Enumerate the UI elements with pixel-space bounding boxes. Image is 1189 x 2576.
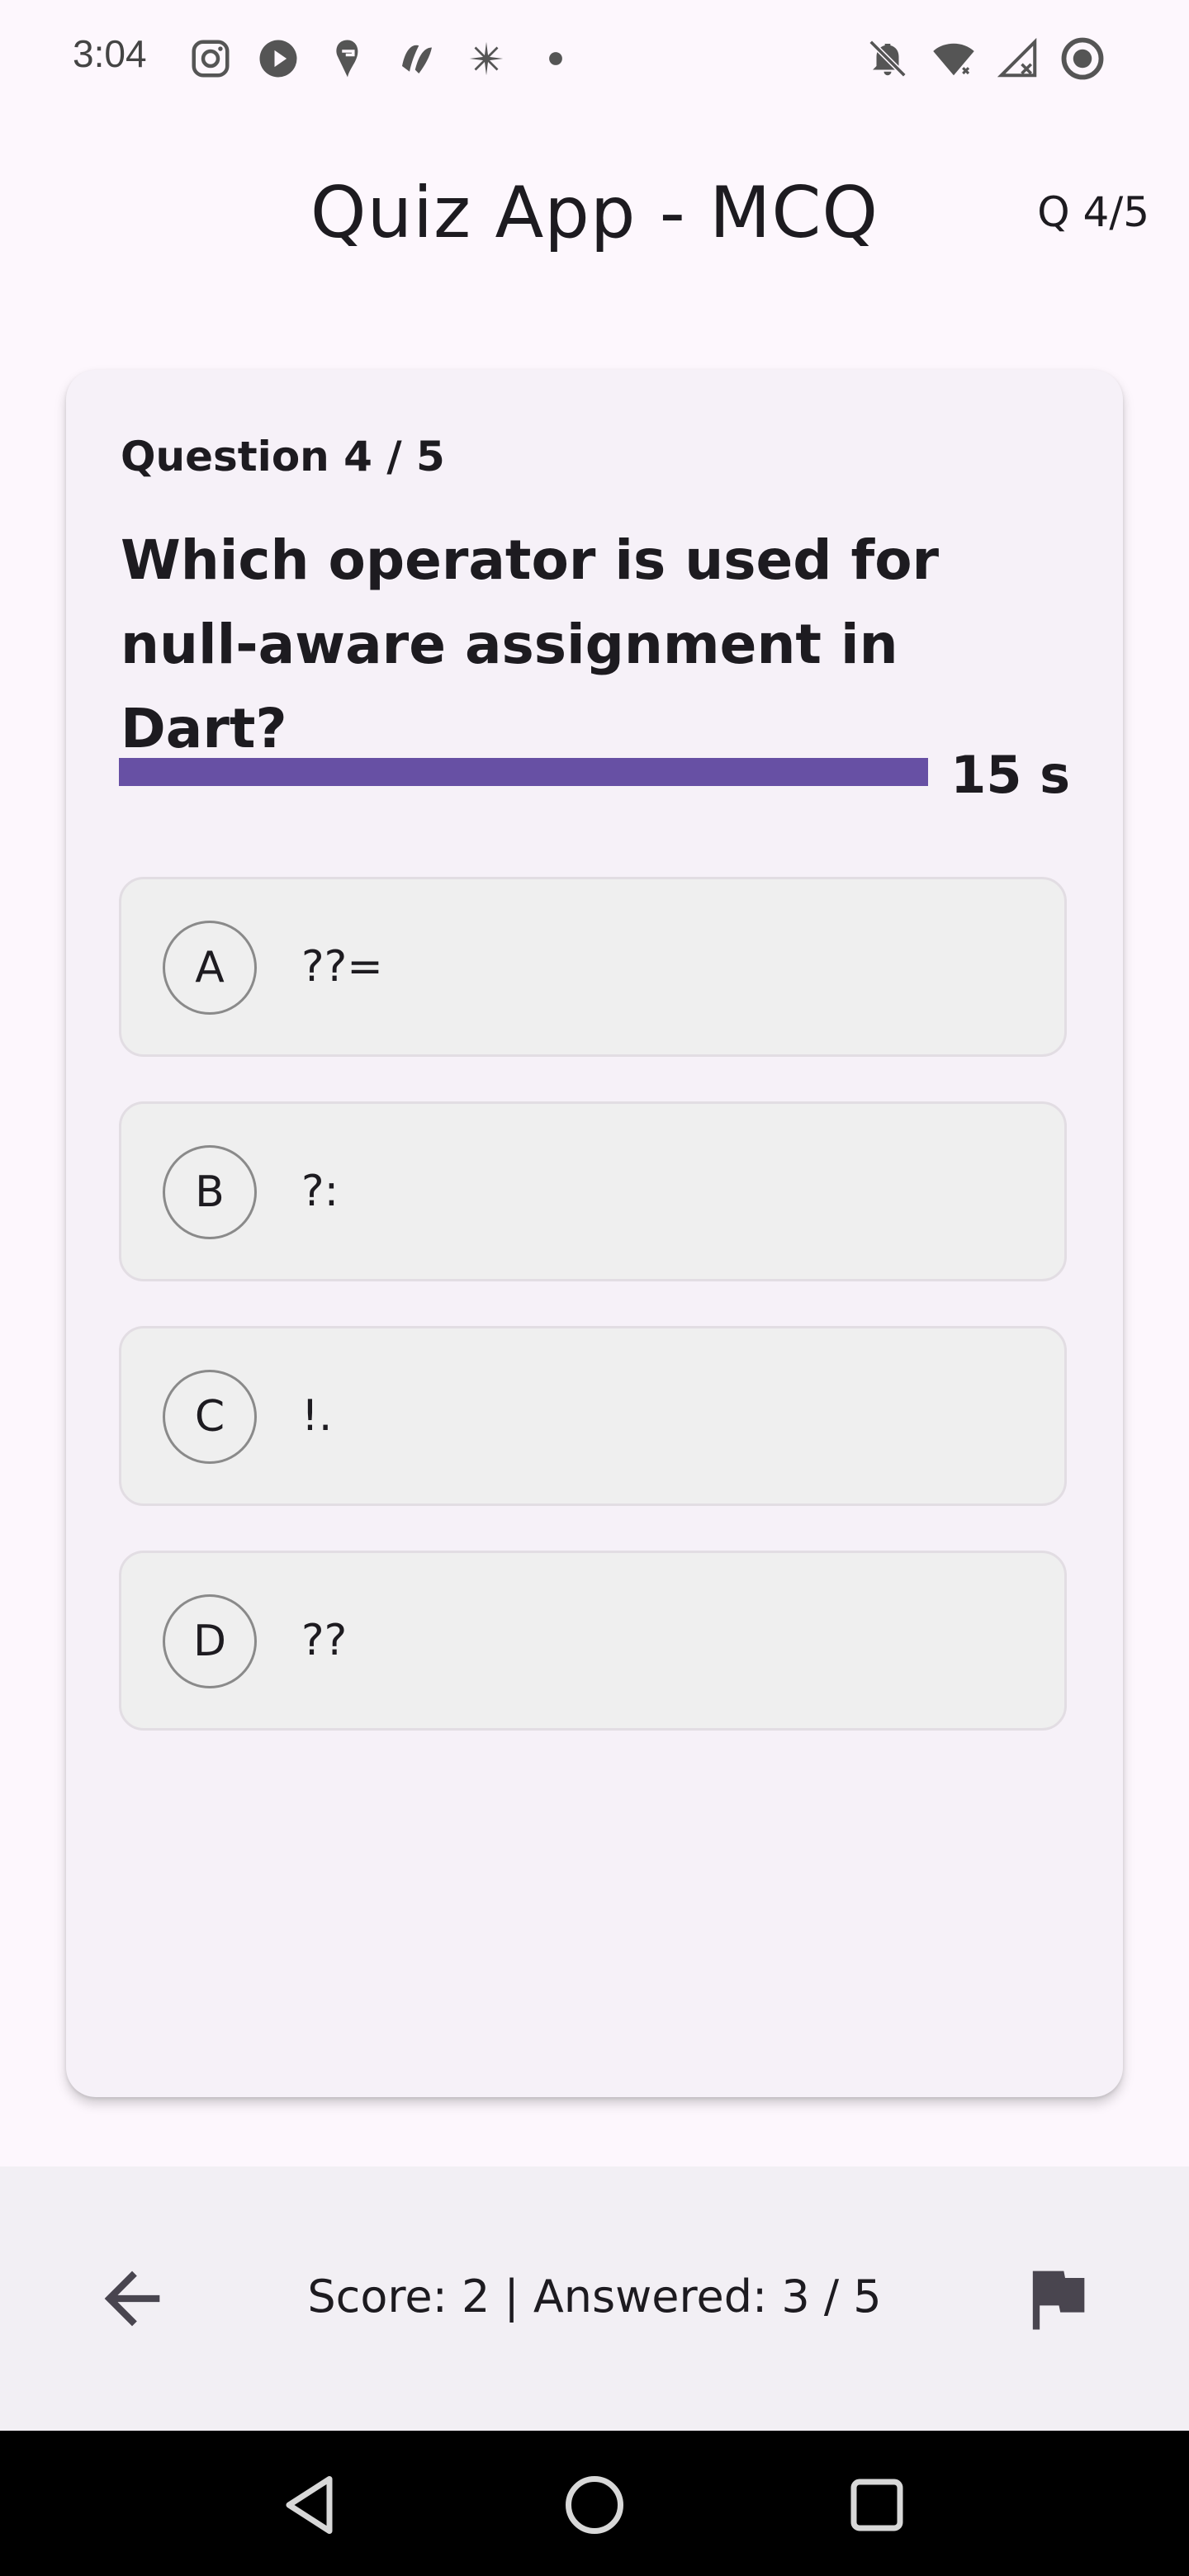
wifi-icon: [933, 43, 974, 76]
options-list: A ??= B ?: C !. D ??: [119, 877, 1070, 1775]
flag-icon[interactable]: [1016, 2257, 1098, 2340]
sparkle-icon: [469, 41, 504, 76]
option-text: ??: [301, 1616, 348, 1665]
app-title: Quiz App - MCQ: [310, 172, 879, 254]
app-icon: [402, 45, 432, 73]
option-b[interactable]: B ?:: [119, 1101, 1067, 1281]
option-letter-badge: B: [163, 1145, 257, 1239]
option-letter-badge: A: [163, 921, 257, 1015]
recents-square-icon[interactable]: [842, 2470, 912, 2540]
app-bar: Quiz App - MCQ Q 4/5: [0, 124, 1189, 297]
back-triangle-icon[interactable]: [277, 2470, 347, 2540]
instagram-icon: [192, 40, 230, 78]
swiggy-icon: [336, 40, 358, 78]
timer-text: 15 s: [950, 745, 1070, 805]
timer-progress-fill: [119, 758, 928, 786]
option-c[interactable]: C !.: [119, 1326, 1067, 1506]
timer-progress-bar: [119, 758, 928, 786]
system-nav-bar: [0, 2431, 1189, 2576]
option-text: ?:: [301, 1167, 339, 1216]
question-text: Which operator is used for null-aware as…: [121, 528, 940, 760]
bottom-bar: Score: 2 | Answered: 3 / 5: [0, 2166, 1189, 2431]
score-text: Score: 2 | Answered: 3 / 5: [307, 2271, 882, 2323]
option-text: ??=: [301, 942, 383, 992]
option-letter-badge: D: [163, 1594, 257, 1688]
record-icon: [1061, 37, 1104, 80]
question-card: Question 4 / 5 Which operator is used fo…: [66, 370, 1123, 2097]
dot-icon: [549, 52, 562, 65]
question-counter: Q 4/5: [1037, 188, 1149, 236]
option-text: !.: [301, 1391, 333, 1441]
option-d[interactable]: D ??: [119, 1551, 1067, 1731]
status-time: 3:04: [73, 32, 147, 75]
question-label: Question 4 / 5: [121, 433, 445, 481]
option-a[interactable]: A ??=: [119, 877, 1067, 1057]
home-circle-icon[interactable]: [560, 2470, 629, 2540]
status-bar: 3:04: [0, 0, 1189, 124]
notifications-off-icon: [869, 40, 907, 78]
signal-icon: [997, 37, 1037, 78]
option-letter-badge: C: [163, 1370, 257, 1464]
play-icon: [259, 40, 297, 78]
